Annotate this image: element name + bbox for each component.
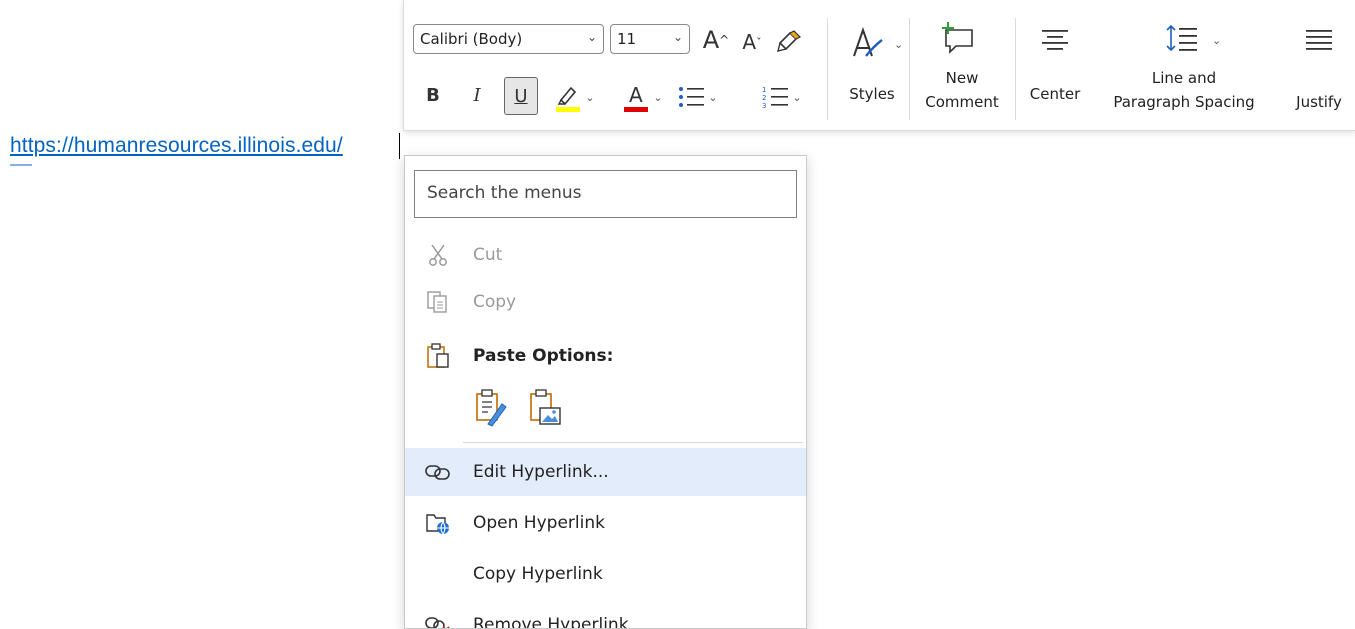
justify-icon [1306,30,1332,50]
line-spacing-icon [1166,24,1197,52]
menu-item-cut[interactable]: Cut [405,231,806,279]
font-name-value: Calibri (Body) [420,30,523,48]
grow-font-button[interactable]: A ^ [700,24,732,56]
justify-button[interactable]: Justify [1284,20,1354,124]
highlighter-icon [556,86,581,112]
new-comment-label-2: Comment [925,93,999,111]
menu-item-label: Cut [473,245,503,265]
menu-item-copy-hyperlink[interactable]: Copy Hyperlink [405,550,806,598]
chevron-down-icon: ⌄ [792,90,802,104]
link-icon [425,459,451,485]
center-button[interactable]: Center [1020,20,1090,124]
menu-item-label: Copy Hyperlink [473,564,603,584]
highlight-color-button[interactable]: ⌄ [550,80,598,114]
clipboard-icon [425,343,451,369]
copy-icon [425,289,451,315]
picture-icon [530,389,561,425]
paste-keep-source-formatting-button[interactable] [471,386,511,430]
toolbar-divider [909,18,910,120]
styles-button[interactable]: ⌄ Styles [840,20,904,124]
font-size-combobox[interactable]: 11 ⌄ [610,24,690,54]
paste-picture-button[interactable] [525,386,565,430]
chevron-down-icon: ⌄ [586,30,597,44]
spacing-label-2: Paragraph Spacing [1113,93,1255,111]
text-cursor [399,133,400,159]
bullets-button[interactable]: ⌄ [674,80,722,114]
center-label: Center [1029,85,1081,103]
open-hyperlink-icon [425,510,451,536]
underline-icon: U [514,85,528,107]
grow-font-icon: A [702,26,720,54]
bullets-icon [679,87,705,107]
shrink-font-icon: A [742,30,757,54]
bold-button[interactable]: B [422,82,444,108]
svg-text:3: 3 [762,102,766,109]
chevron-down-icon: ⌄ [1212,34,1222,47]
menu-item-paste-options: Paste Options: [405,332,806,380]
justify-label: Justify [1296,93,1342,111]
menu-item-label: Paste Options: [473,346,614,366]
scissors-icon [425,242,451,268]
font-color-icon: A [624,83,649,112]
numbering-button[interactable]: 1 2 3 ⌄ [758,80,806,114]
menu-item-label: Edit Hyperlink... [473,462,609,482]
caret-up-icon: ^ [719,33,730,47]
menu-item-remove-hyperlink[interactable]: Remove Hyperlink [405,601,806,629]
numbering-icon: 1 2 3 [762,86,789,109]
svg-text:2: 2 [762,94,766,102]
menu-item-copy[interactable]: Copy [405,278,806,326]
menu-item-label: Remove Hyperlink [473,615,629,629]
menu-item-open-hyperlink[interactable]: Open Hyperlink [405,499,806,547]
chevron-down-icon: ⌄ [708,90,718,104]
new-comment-button[interactable]: New Comment [914,16,1010,124]
remove-link-icon [425,612,451,628]
align-center-icon [1042,30,1068,50]
chevron-down-icon: ⌄ [894,38,904,51]
mini-toolbar: Calibri (Body) ⌄ 11 ⌄ A ^ Aˇ B I U ⌄ A ⌄… [403,0,1355,131]
spacing-label-1: Line and [1151,69,1217,87]
new-comment-label-1: New [945,69,979,87]
svg-text:A: A [629,83,643,107]
context-menu: Search the menus Cut Copy Paste Options: [404,155,807,629]
toolbar-divider [1015,18,1016,120]
styles-label: Styles [849,85,895,103]
format-painter-button[interactable] [774,26,804,56]
menu-item-edit-hyperlink[interactable]: Edit Hyperlink... [405,448,806,496]
font-size-value: 11 [617,30,637,48]
hyperlink-text[interactable]: https://humanresources.illinois.edu/ [10,134,343,158]
chevron-down-icon: ⌄ [672,30,683,44]
keep-source-formatting-icon [476,389,507,427]
chevron-down-icon: ⌄ [653,90,663,104]
toolbar-divider [827,18,828,120]
line-paragraph-spacing-button[interactable]: ⌄ Line and Paragraph Spacing [1094,16,1274,124]
menu-separator [463,442,803,443]
styles-icon [853,26,883,57]
format-painter-icon [777,30,802,52]
search-menus-input[interactable]: Search the menus [414,170,797,218]
italic-button[interactable]: I [466,82,488,108]
font-color-button[interactable]: A ⌄ [618,80,666,114]
caret-down-icon: ˇ [756,35,762,49]
menu-item-label: Copy [473,292,517,312]
svg-text:1: 1 [762,86,766,94]
font-name-combobox[interactable]: Calibri (Body) ⌄ [413,24,604,54]
menu-item-label: Open Hyperlink [473,513,605,533]
underline-button[interactable]: U [504,77,538,115]
shrink-font-button[interactable]: Aˇ [736,26,768,58]
new-comment-icon [942,22,973,54]
smart-tag-indicator[interactable] [10,161,32,166]
chevron-down-icon: ⌄ [585,90,595,104]
